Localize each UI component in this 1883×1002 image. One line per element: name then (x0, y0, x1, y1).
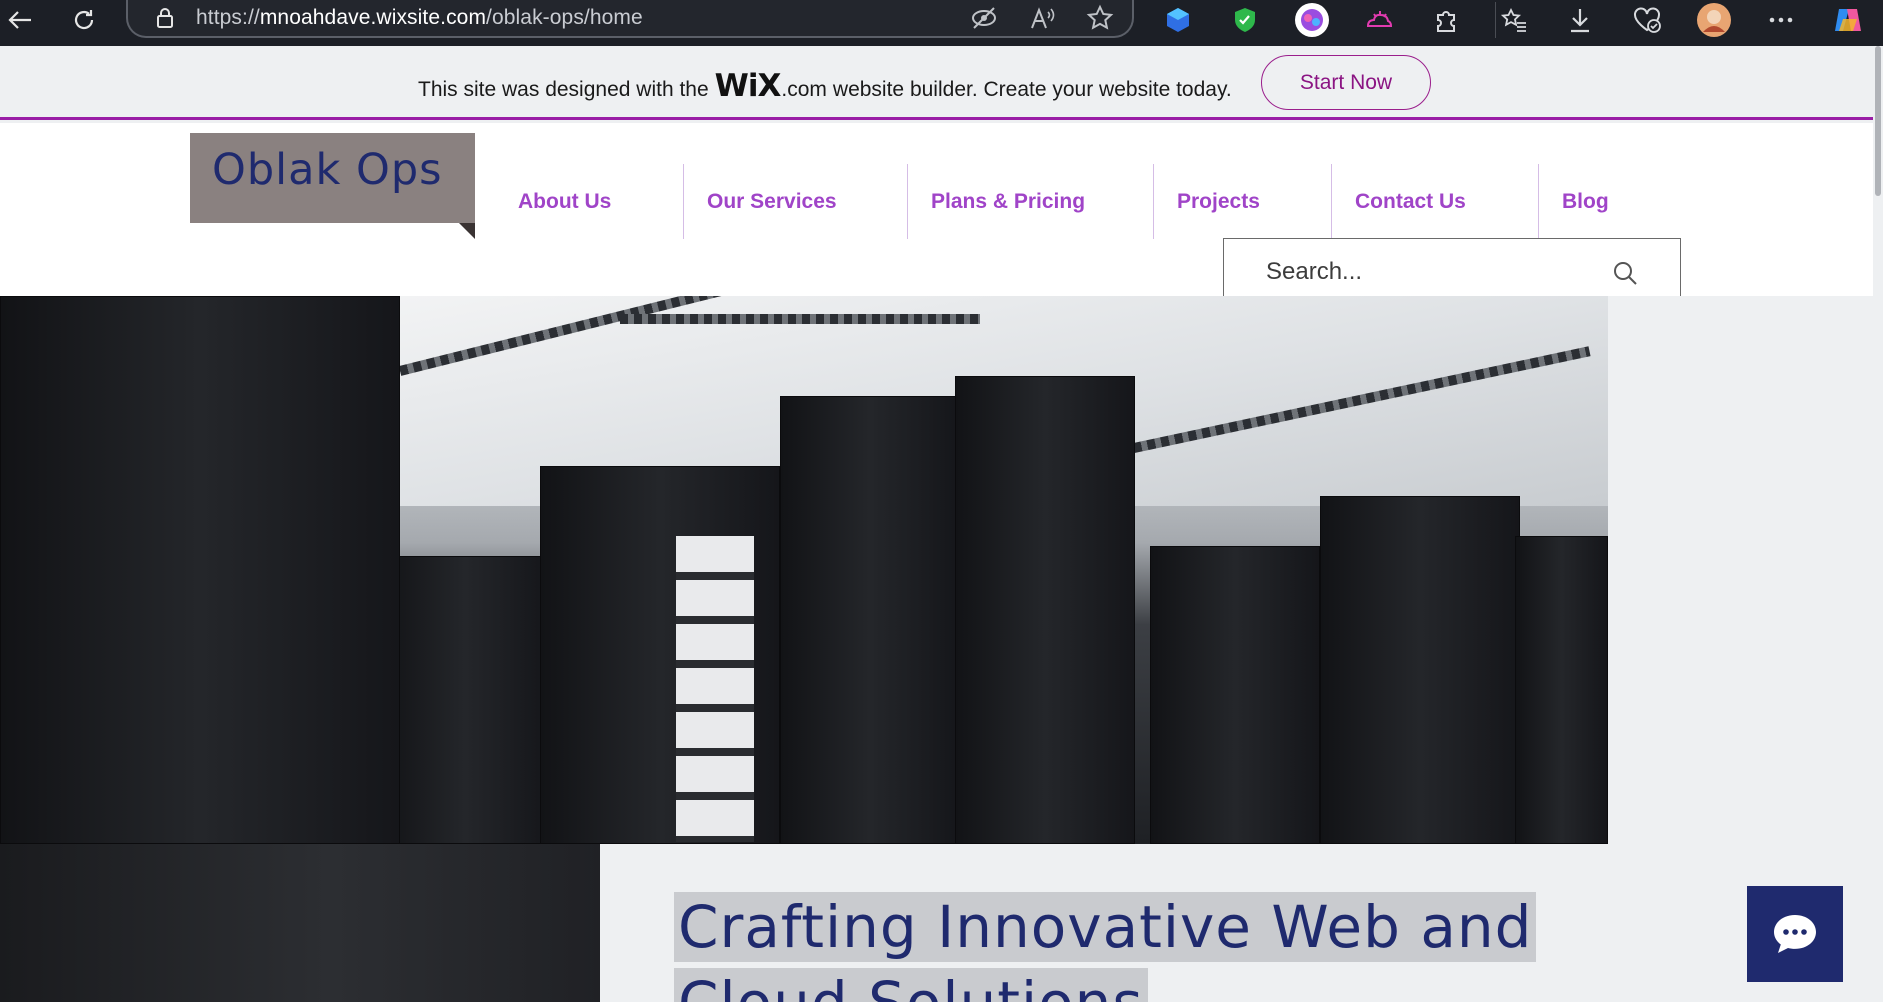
wix-logo-com: .com (781, 78, 827, 101)
extension-cube-icon[interactable] (1160, 2, 1196, 38)
search-input[interactable] (1266, 258, 1606, 286)
scrollbar-thumb[interactable] (1875, 46, 1881, 196)
nav-item-about-us[interactable]: About Us (495, 164, 684, 239)
url-path: /oblak-ops/home (486, 6, 643, 29)
lock-icon[interactable] (154, 7, 176, 29)
site-logo-text: Oblak Ops (212, 145, 443, 195)
start-now-button[interactable]: Start Now (1261, 55, 1431, 110)
photo-lower-extension (0, 844, 600, 1002)
chat-bubble-icon (1774, 915, 1816, 953)
wix-banner-text-before: This site was designed with the (418, 78, 709, 101)
chat-button[interactable] (1747, 886, 1843, 982)
url-text[interactable]: https://mnoahdave.wixsite.com/oblak-ops/… (196, 6, 643, 30)
wix-banner-text-after: website builder. Create your website tod… (832, 78, 1232, 101)
nav-item-blog[interactable]: Blog (1539, 164, 1659, 239)
tracking-prevention-icon[interactable] (970, 4, 998, 37)
back-arrow-icon[interactable] (0, 0, 40, 40)
hero-section: Crafting Innovative Web and Cloud Soluti… (0, 296, 1873, 1002)
page-scrollbar[interactable] (1873, 46, 1883, 1002)
favorites-list-icon[interactable] (1495, 2, 1531, 38)
address-bar[interactable]: https://mnoahdave.wixsite.com/oblak-ops/… (126, 0, 1134, 38)
search-icon[interactable] (1612, 260, 1638, 286)
read-aloud-icon[interactable] (1028, 4, 1056, 37)
copilot-icon[interactable] (1830, 2, 1866, 38)
favorite-star-icon[interactable] (1086, 4, 1114, 37)
browser-toolbar: https://mnoahdave.wixsite.com/oblak-ops/… (0, 0, 1883, 46)
wix-banner-message: This site was designed with the WiX .com… (418, 68, 1232, 104)
wix-logo[interactable]: WiX (715, 68, 782, 104)
logo-corner-decoration (459, 223, 475, 239)
site-logo[interactable]: Oblak Ops (190, 133, 475, 239)
nav-item-plans-pricing[interactable]: Plans & Pricing (908, 164, 1154, 239)
url-scheme: https:// (196, 6, 260, 29)
hero-headline-line-2: Cloud Solutions (674, 968, 1148, 1002)
extensions-puzzle-icon[interactable] (1428, 2, 1464, 38)
site-header: Oblak Ops About Us Our Services Plans & … (0, 123, 1873, 306)
browser-essentials-icon[interactable] (1629, 2, 1665, 38)
nav-item-contact-us[interactable]: Contact Us (1332, 164, 1539, 239)
download-icon[interactable] (1562, 2, 1598, 38)
url-domain: mnoahdave.wixsite.com (259, 6, 487, 29)
shield-extension-icon[interactable] (1227, 2, 1263, 38)
brain-extension-icon[interactable] (1294, 2, 1330, 38)
main-navigation: About Us Our Services Plans & Pricing Pr… (495, 164, 1659, 239)
nav-item-projects[interactable]: Projects (1154, 164, 1332, 239)
wix-promo-banner: This site was designed with the WiX .com… (0, 46, 1873, 120)
hero-headline-line-1: Crafting Innovative Web and (674, 892, 1537, 962)
refresh-icon[interactable] (64, 0, 104, 40)
hero-headline: Crafting Innovative Web and Cloud Soluti… (674, 892, 1537, 1002)
cloud-extension-icon[interactable] (1361, 2, 1397, 38)
profile-avatar[interactable] (1696, 2, 1732, 38)
nav-item-our-services[interactable]: Our Services (684, 164, 908, 239)
server-room-photo (0, 296, 1608, 844)
more-options-icon[interactable] (1763, 2, 1799, 38)
